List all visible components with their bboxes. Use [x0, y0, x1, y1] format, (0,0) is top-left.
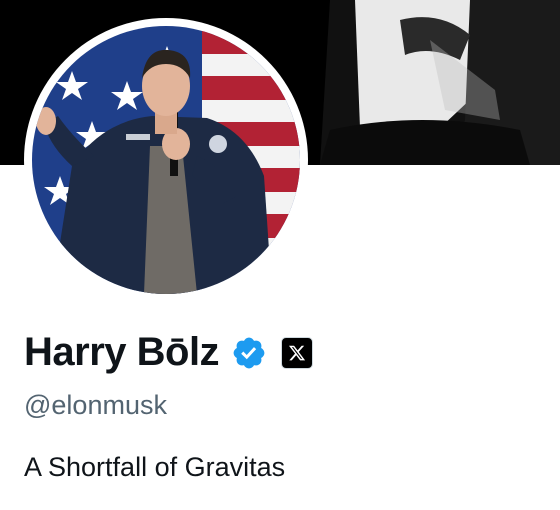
avatar-frame[interactable] — [24, 18, 308, 302]
avatar[interactable] — [32, 26, 300, 294]
name-row: Harry Bōlz — [24, 330, 314, 375]
user-handle: @elonmusk — [24, 390, 167, 420]
display-name: Harry Bōlz — [24, 330, 220, 374]
profile-bio: A Shortfall of Gravitas — [24, 452, 286, 482]
verified-badge-icon[interactable] — [231, 335, 267, 371]
avatar-photo — [32, 26, 300, 294]
x-logo-icon[interactable] — [281, 336, 314, 369]
x-logo-glyph — [289, 345, 306, 360]
